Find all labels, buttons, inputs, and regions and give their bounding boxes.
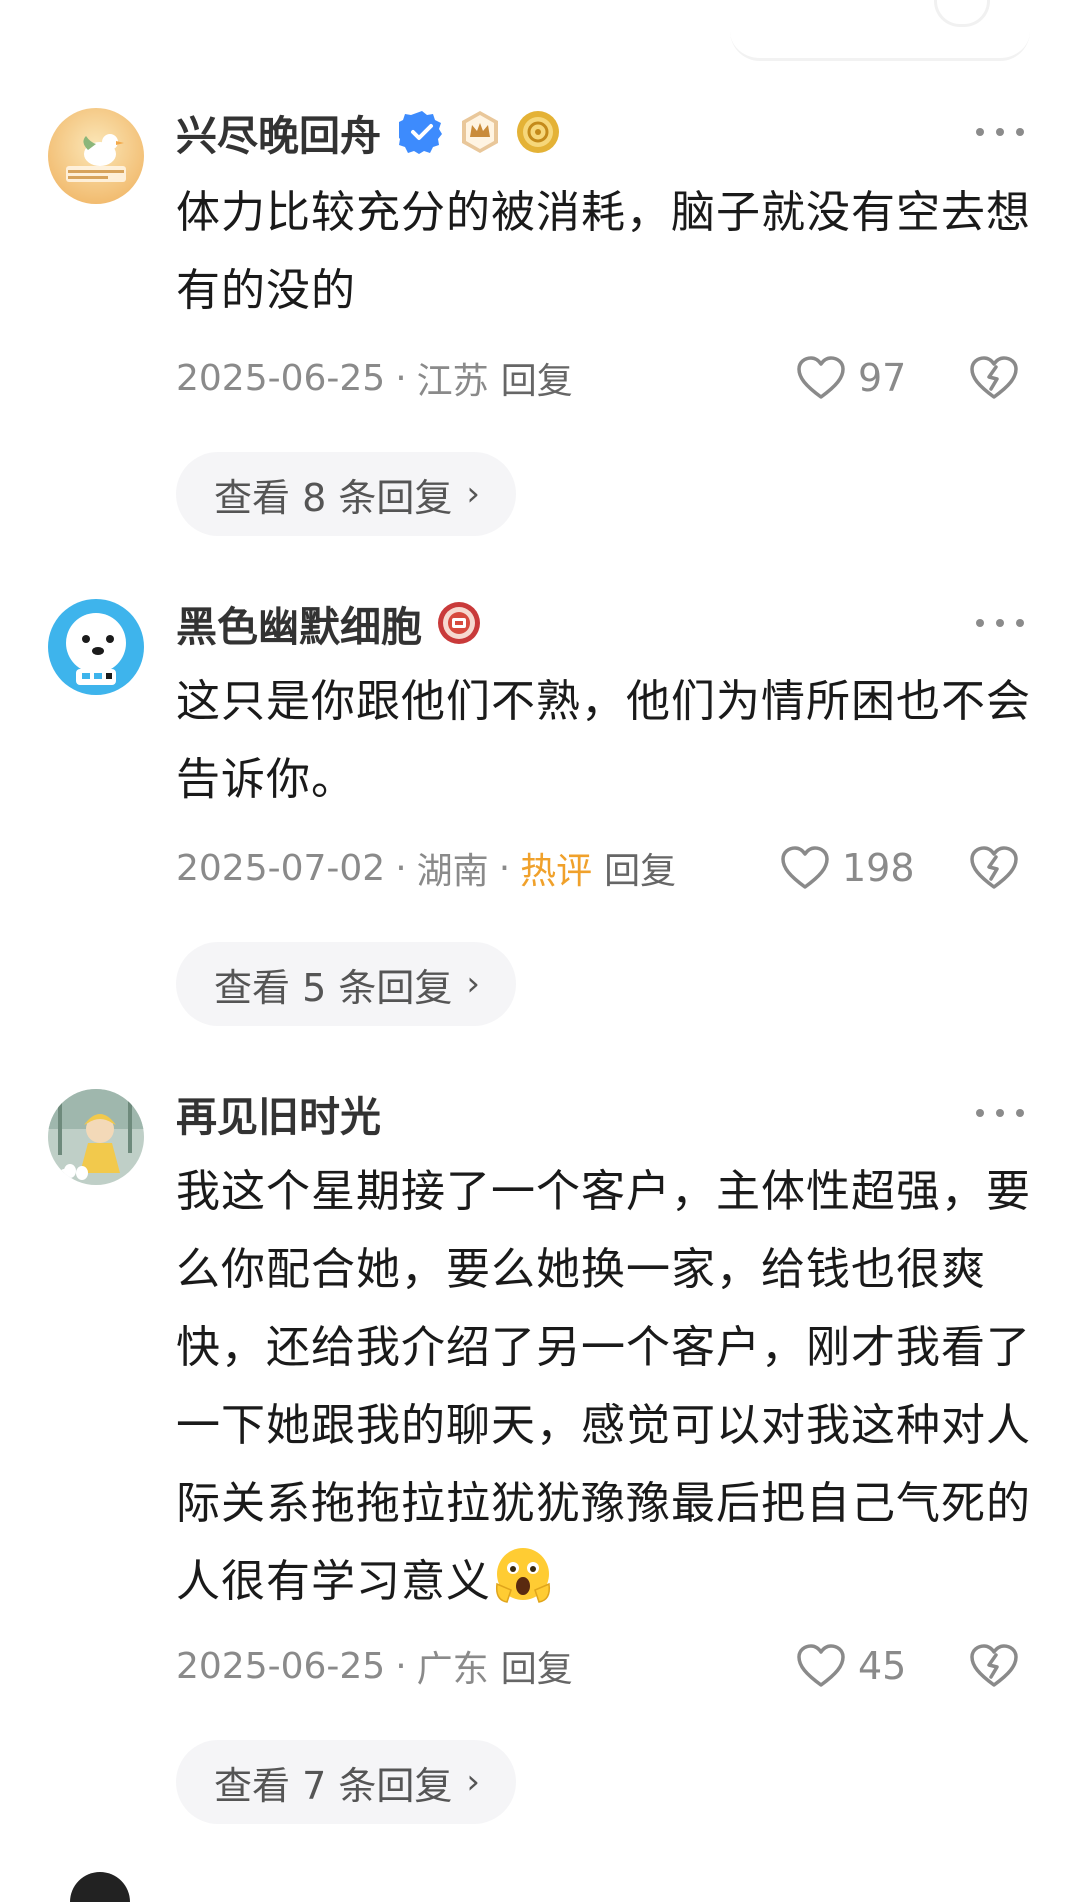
verified-check-icon <box>399 111 442 154</box>
comment-location: 江苏 <box>416 361 489 402</box>
more-dot <box>1016 1109 1024 1117</box>
username[interactable]: 兴尽晚回舟 <box>176 102 561 162</box>
like-count: 198 <box>842 846 915 890</box>
more-dot <box>1016 128 1024 136</box>
comment-line: 这只是你跟他们不熟，他们为情所困也不会 <box>176 676 1031 727</box>
username[interactable]: 黑色幽默细胞 <box>176 593 482 653</box>
comment-location: 广东 <box>416 1649 489 1690</box>
more-dot <box>976 619 984 627</box>
view-replies-button[interactable]: 查看 8 条回复 › <box>176 452 516 536</box>
like-button[interactable]: 97 <box>796 348 906 408</box>
username[interactable]: 再见旧时光 <box>176 1083 381 1143</box>
view-replies-label: 查看 7 条回复 <box>214 1763 453 1808</box>
reply-button[interactable]: 回复 <box>501 352 573 404</box>
dislike-button[interactable] <box>966 838 1022 898</box>
comment-line: 么你配合她，要么她换一家，给钱也很爽 <box>176 1244 986 1295</box>
more-dot <box>976 1109 984 1117</box>
comment-location: 湖南 <box>416 851 489 892</box>
more-options-button[interactable] <box>976 108 1024 156</box>
more-dot <box>996 128 1004 136</box>
reply-button[interactable]: 回复 <box>501 1640 573 1692</box>
comment-line-last: 人很有学习意义 <box>176 1543 1036 1621</box>
comment-text: 这只是你跟他们不熟，他们为情所困也不会 告诉你。 <box>176 663 1036 819</box>
comment-line: 告诉你。 <box>176 754 356 805</box>
username-text[interactable]: 黑色幽默细胞 <box>176 593 422 653</box>
comment-meta: 2025-06-25 · 江苏 回复 <box>176 348 573 408</box>
crown-badge-icon <box>462 111 498 153</box>
comment-text: 体力比较充分的被消耗，脑子就没有空去想 有的没的 <box>176 174 1036 330</box>
more-dot <box>1016 619 1024 627</box>
view-replies-button[interactable]: 查看 7 条回复 › <box>176 1740 516 1824</box>
broken-heart-icon <box>970 356 1018 399</box>
more-dot <box>996 619 1004 627</box>
separator-dot: · <box>498 847 511 889</box>
chevron-right-icon: › <box>466 474 480 514</box>
red-medal-badge-icon <box>438 602 480 644</box>
more-options-button[interactable] <box>976 599 1024 647</box>
avatar[interactable] <box>48 599 144 695</box>
shocked-face-emoji <box>495 1548 551 1603</box>
next-comment-avatar <box>70 1872 130 1902</box>
comment-text: 我这个星期接了一个客户，主体性超强，要 么你配合她，要么她换一家，给钱也很爽 快… <box>176 1153 1036 1621</box>
broken-heart-icon <box>970 846 1018 889</box>
heart-outline-icon <box>797 1644 845 1687</box>
separator-dot: · <box>395 1645 407 1687</box>
comment-date: 2025-07-02 <box>176 847 386 889</box>
coin-badge-icon <box>517 111 559 153</box>
separator-dot: · <box>395 847 407 889</box>
avatar[interactable] <box>48 108 144 204</box>
comment-meta: 2025-07-02 · 湖南 · 热评 回复 <box>176 838 676 898</box>
chevron-right-icon: › <box>466 1762 480 1802</box>
username-text[interactable]: 再见旧时光 <box>176 1083 381 1143</box>
comment-date: 2025-06-25 <box>176 357 386 399</box>
comment-line: 人很有学习意义 <box>176 1556 491 1607</box>
dislike-button[interactable] <box>966 1636 1022 1696</box>
more-dot <box>976 128 984 136</box>
chevron-right-icon: › <box>466 964 480 1004</box>
view-replies-label: 查看 5 条回复 <box>214 965 453 1010</box>
heart-outline-icon <box>781 846 829 889</box>
view-replies-label: 查看 8 条回复 <box>214 475 453 520</box>
view-replies-button[interactable]: 查看 5 条回复 › <box>176 942 516 1026</box>
previous-comment-remnant <box>730 0 1030 61</box>
like-button[interactable]: 198 <box>780 838 915 898</box>
comment-date: 2025-06-25 <box>176 1645 386 1687</box>
comment-line: 我这个星期接了一个客户，主体性超强，要 <box>176 1166 1031 1217</box>
like-count: 97 <box>858 356 907 400</box>
comment-line: 有的没的 <box>176 265 356 316</box>
avatar[interactable] <box>48 1089 144 1185</box>
like-button[interactable]: 45 <box>796 1636 906 1696</box>
broken-heart-icon <box>970 1644 1018 1687</box>
heart-outline-icon <box>797 356 845 399</box>
comment-meta: 2025-06-25 · 广东 回复 <box>176 1636 573 1696</box>
previous-comment-edge <box>934 0 990 27</box>
username-text[interactable]: 兴尽晚回舟 <box>176 102 381 162</box>
comment-line: 一下她跟我的聊天，感觉可以对我这种对人 <box>176 1400 1031 1451</box>
more-options-button[interactable] <box>976 1089 1024 1137</box>
dislike-button[interactable] <box>966 348 1022 408</box>
reply-button[interactable]: 回复 <box>604 842 676 894</box>
comment-line: 体力比较充分的被消耗，脑子就没有空去想 <box>176 187 1031 238</box>
like-count: 45 <box>858 1644 907 1688</box>
comment-line: 际关系拖拖拉拉犹犹豫豫最后把自己气死的 <box>176 1478 1031 1529</box>
separator-dot: · <box>395 357 407 399</box>
comment-line: 快，还给我介绍了另一个客户，刚才我看了 <box>176 1322 1031 1373</box>
hot-comment-badge: 热评 <box>520 851 593 892</box>
more-dot <box>996 1109 1004 1117</box>
